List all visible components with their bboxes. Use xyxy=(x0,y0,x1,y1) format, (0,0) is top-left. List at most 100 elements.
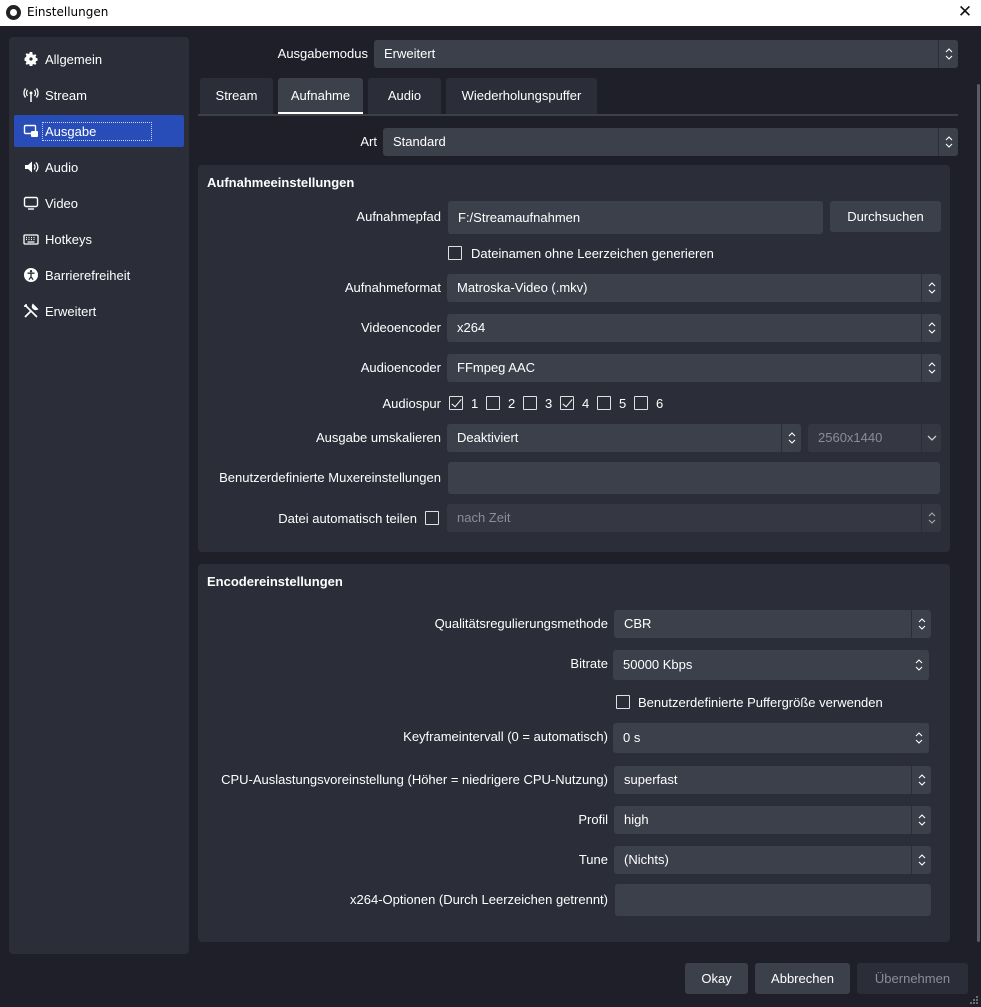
updown-arrows-icon xyxy=(938,40,958,68)
tools-icon xyxy=(23,303,39,319)
profile-value: high xyxy=(624,812,649,827)
profile-label: Profil xyxy=(578,812,608,827)
rate-control-value: CBR xyxy=(624,616,652,631)
audio-track-6-checkbox[interactable] xyxy=(634,396,648,410)
audio-track-4-checkbox[interactable] xyxy=(560,396,574,410)
keyframe-label: Keyframeintervall (0 = automatisch) xyxy=(403,729,608,744)
updown-arrows-icon xyxy=(911,846,931,874)
audio-track-1-checkbox[interactable] xyxy=(449,396,463,410)
audio-track-5-checkbox[interactable] xyxy=(597,396,611,410)
updown-arrows-icon xyxy=(911,766,931,794)
tab-divider xyxy=(198,114,958,116)
chevron-down-icon xyxy=(921,424,941,452)
scrollbar-thumb[interactable] xyxy=(977,84,980,942)
x264-options-input[interactable] xyxy=(615,884,931,916)
title-bar: Einstellungen ✕ xyxy=(0,0,981,26)
tune-value: (Nichts) xyxy=(624,852,669,867)
sidebar-item-label: Erweitert xyxy=(45,303,97,319)
rate-control-label: Qualitätsregulierungsmethode xyxy=(434,616,608,631)
keyboard-icon xyxy=(23,231,39,247)
output-mode-label: Ausgabemodus xyxy=(277,46,368,61)
recording-format-label: Aufnahmeformat xyxy=(344,280,441,295)
rate-control-select[interactable]: CBR xyxy=(614,610,931,638)
no-spaces-label: Dateinamen ohne Leerzeichen generieren xyxy=(471,246,714,261)
output-mode-select[interactable]: Erweitert xyxy=(374,40,958,68)
audio-track-3-label: 3 xyxy=(545,396,553,411)
updown-arrows-icon xyxy=(781,424,801,452)
audio-track-6-label: 6 xyxy=(656,396,664,411)
cpu-preset-value: superfast xyxy=(624,772,678,787)
video-encoder-select[interactable]: x264 xyxy=(447,314,941,342)
sidebar-item-label: Video xyxy=(45,195,79,211)
browse-button[interactable]: Durchsuchen xyxy=(830,201,941,232)
spin-arrows-icon[interactable] xyxy=(909,650,929,680)
video-encoder-label: Videoencoder xyxy=(361,320,441,335)
bitrate-value: 50000 Kbps xyxy=(623,657,693,672)
auto-split-label: Datei automatisch teilen xyxy=(278,511,417,526)
audio-track-2-checkbox[interactable] xyxy=(486,396,500,410)
sidebar: Allgemein Stream Ausgabe Audio Video Hot… xyxy=(9,37,189,954)
muxer-input[interactable] xyxy=(448,462,940,494)
sidebar-item-video[interactable]: Video xyxy=(14,187,184,219)
profile-select[interactable]: high xyxy=(614,806,931,834)
tab-aufnahme[interactable]: Aufnahme xyxy=(278,78,363,114)
audio-encoder-value: FFmpeg AAC xyxy=(457,360,536,375)
audio-track-label: Audiospur xyxy=(382,396,441,411)
sidebar-item-audio[interactable]: Audio xyxy=(14,151,184,183)
tab-wiederholungspuffer[interactable]: Wiederholungspuffer xyxy=(446,78,597,114)
sidebar-item-label: Ausgabe xyxy=(42,121,153,141)
cancel-button[interactable]: Abbrechen xyxy=(755,963,850,994)
x264-options-label: x264-Optionen (Durch Leerzeichen getrenn… xyxy=(350,892,608,907)
bitrate-spinbox[interactable]: 50000 Kbps xyxy=(613,650,929,680)
rescale-resolution-select[interactable]: 2560x1440 xyxy=(808,424,941,452)
resize-grip-icon[interactable] xyxy=(967,995,979,1005)
tune-select[interactable]: (Nichts) xyxy=(614,846,931,874)
bitrate-label: Bitrate xyxy=(570,656,608,671)
okay-button[interactable]: Okay xyxy=(685,963,748,994)
recording-format-value: Matroska-Video (.mkv) xyxy=(457,280,588,295)
sidebar-item-label: Barrierefreiheit xyxy=(45,267,131,283)
sidebar-item-hotkeys[interactable]: Hotkeys xyxy=(14,223,184,255)
antenna-icon xyxy=(23,87,39,103)
recording-path-input[interactable]: F:/Streamaufnahmen xyxy=(448,201,823,234)
type-value: Standard xyxy=(393,134,446,149)
monitor-icon xyxy=(23,195,39,211)
rescale-select[interactable]: Deaktiviert xyxy=(447,424,801,452)
recording-format-select[interactable]: Matroska-Video (.mkv) xyxy=(447,274,941,302)
custom-buffer-checkbox[interactable] xyxy=(616,695,630,709)
cpu-preset-select[interactable]: superfast xyxy=(614,766,931,794)
audio-track-5-label: 5 xyxy=(619,396,627,411)
audio-track-4-label: 4 xyxy=(582,396,590,411)
apply-button[interactable]: Übernehmen xyxy=(857,963,968,994)
updown-arrows-icon xyxy=(921,274,941,302)
audio-track-3-checkbox[interactable] xyxy=(523,396,537,410)
auto-split-checkbox[interactable] xyxy=(425,511,439,525)
auto-split-value: nach Zeit xyxy=(457,510,511,525)
sidebar-item-label: Audio xyxy=(45,159,79,175)
type-select[interactable]: Standard xyxy=(383,128,958,156)
tab-audio[interactable]: Audio xyxy=(368,78,441,114)
auto-split-select[interactable]: nach Zeit xyxy=(447,504,941,532)
updown-arrows-icon xyxy=(911,610,931,638)
sidebar-item-barrierefreiheit[interactable]: Barrierefreiheit xyxy=(14,259,184,291)
rescale-value: Deaktiviert xyxy=(457,430,519,445)
spin-arrows-icon[interactable] xyxy=(909,723,929,753)
rescale-label: Ausgabe umskalieren xyxy=(315,430,441,445)
no-spaces-checkbox[interactable] xyxy=(448,246,462,260)
keyframe-spinbox[interactable]: 0 s xyxy=(613,723,929,753)
keyframe-value: 0 s xyxy=(623,730,641,745)
cpu-preset-label: CPU-Auslastungsvoreinstellung (Höher = n… xyxy=(221,772,608,787)
sidebar-item-stream[interactable]: Stream xyxy=(14,79,184,111)
updown-arrows-icon xyxy=(938,128,958,156)
encoder-settings-title: Encodereinstellungen xyxy=(207,574,343,589)
sidebar-item-ausgabe[interactable]: Ausgabe xyxy=(14,115,184,147)
muxer-label: Benutzerdefinierte Muxereinstellungen xyxy=(219,470,441,485)
sidebar-item-allgemein[interactable]: Allgemein xyxy=(14,43,184,75)
sidebar-item-erweitert[interactable]: Erweitert xyxy=(14,295,184,327)
tab-stream[interactable]: Stream xyxy=(200,78,273,114)
audio-encoder-select[interactable]: FFmpeg AAC xyxy=(447,354,941,382)
accessibility-icon xyxy=(23,267,39,283)
output-icon xyxy=(23,123,39,139)
updown-arrows-icon xyxy=(921,314,941,342)
close-icon[interactable]: ✕ xyxy=(955,1,975,23)
